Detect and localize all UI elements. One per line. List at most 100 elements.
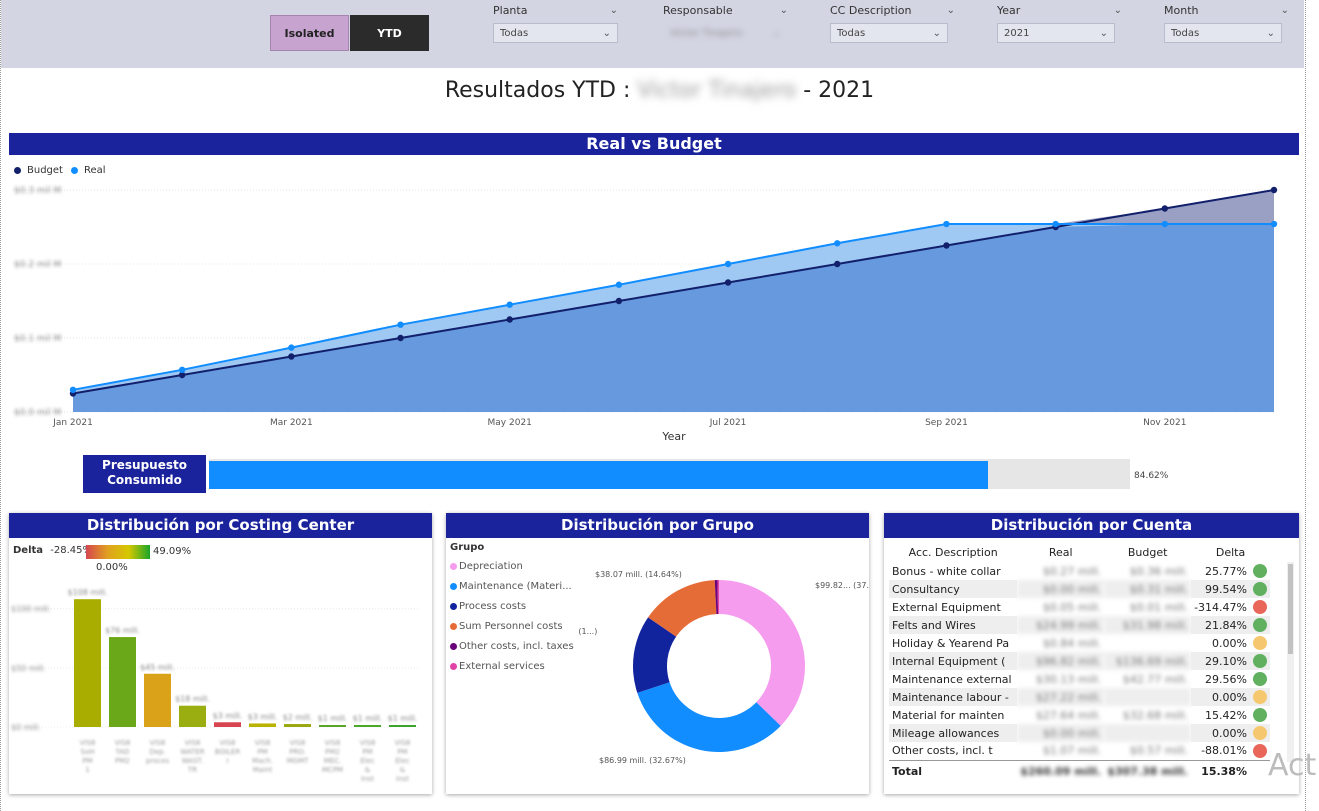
cell-status <box>1250 616 1270 634</box>
x-axis-title: Year <box>661 430 686 443</box>
grupo-legend-item[interactable]: Maintenance (Materi... <box>450 576 574 596</box>
chevron-down-icon[interactable]: ⌄ <box>610 5 618 16</box>
cell-delta: 99.54% <box>1191 580 1250 598</box>
chevron-down-icon[interactable]: ⌄ <box>780 5 788 16</box>
cell-real: $27.64 mill. <box>1035 708 1102 722</box>
cuenta-table: Acc. Description Real Budget Delta Bonus… <box>889 542 1270 782</box>
chevron-down-icon[interactable]: ⌄ <box>1114 5 1122 16</box>
table-row[interactable]: Maintenance external $30.13 mill. $42.77 m… <box>889 670 1270 688</box>
slicer-year[interactable]: Year ⌄ 2021 ⌄ <box>997 2 1122 43</box>
slicer-month[interactable]: Month ⌄ Todas ⌄ <box>1164 2 1289 43</box>
ytd-toggle-button[interactable]: YTD <box>350 15 429 51</box>
category-label: VIS8 <box>360 739 376 747</box>
status-indicator-icon <box>1253 582 1267 596</box>
status-indicator-icon <box>1253 636 1267 650</box>
chevron-down-icon[interactable]: ⌄ <box>947 5 955 16</box>
cell-real: $0.00 mill. <box>1017 724 1105 742</box>
bar-value-label: $2 mill. <box>283 713 313 722</box>
y-tick-label: $0.3 mil M <box>14 186 61 196</box>
y-tick-label: $0.2 mil M <box>14 260 61 270</box>
cell-real: $24.99 mill. <box>1017 616 1105 634</box>
slicer-dropdown[interactable]: 2021 ⌄ <box>997 23 1115 43</box>
budget-point <box>506 316 513 323</box>
y-tick-label: $50 mill. <box>11 664 46 673</box>
grupo-legend-item[interactable]: External services <box>450 656 574 676</box>
table-row[interactable]: Other costs, incl. t $1.07 mill. $0.57 mil… <box>889 742 1270 760</box>
cell-real: $0.00 mill. <box>1017 580 1105 598</box>
category-label: Elec <box>360 757 375 765</box>
table-row[interactable]: Material for mainten $27.64 mill. $32.68 m… <box>889 706 1270 724</box>
cell-budget <box>1104 634 1191 652</box>
budget-consumed-bar <box>209 459 1130 489</box>
table-row[interactable]: Mileage allowances $0.00 mill. 0.00% <box>889 724 1270 742</box>
grupo-legend-title: Grupo <box>450 542 485 553</box>
isolated-toggle-button[interactable]: Isolated <box>270 15 349 51</box>
slicer-planta[interactable]: Planta ⌄ Todas ⌄ <box>493 2 618 43</box>
slicer-label: Year <box>997 3 1021 17</box>
grupo-legend-item[interactable]: Other costs, incl. taxes <box>450 636 574 656</box>
table-row[interactable]: External Equipment $0.05 mill. $0.01 mill.… <box>889 598 1270 616</box>
cell-description: Holiday & Yearend Pa <box>892 636 1010 650</box>
bar <box>389 725 416 727</box>
chevron-down-icon[interactable]: ⌄ <box>1281 5 1289 16</box>
budget-consumed-fill <box>209 461 989 489</box>
bar <box>74 599 101 727</box>
gauge-label-line1: Presupuesto <box>102 458 187 472</box>
budget-point <box>615 297 623 305</box>
slice-label: $3... (1...) <box>575 627 597 636</box>
cell-delta: 21.84% <box>1191 616 1250 634</box>
y-tick-label: $0 mill. <box>11 723 41 732</box>
slicer-dropdown[interactable]: Victor Tinajero ⌄ <box>663 23 788 43</box>
col-header-description[interactable]: Acc. Description <box>889 542 1017 562</box>
legend-dot <box>450 662 457 670</box>
category-label: VIS8 <box>185 739 201 747</box>
table-row[interactable]: Consultancy $0.00 mill. $0.31 mill. 99.54% <box>889 580 1270 598</box>
table-row[interactable]: Bonus - white collar $0.27 mill. $0.36 mil… <box>889 562 1270 580</box>
scrollbar-thumb[interactable] <box>1288 564 1293 654</box>
slicer-cc-description[interactable]: CC Description ⌄ Todas ⌄ <box>830 2 955 43</box>
table-row[interactable]: Internal Equipment ($96.82 mill. $136.69 … <box>889 652 1270 670</box>
slicer-dropdown[interactable]: Todas ⌄ <box>1164 23 1282 43</box>
bar <box>319 725 346 727</box>
total-budget: $307.38 mill. <box>1104 759 1192 782</box>
grupo-banner: Distribución por Grupo <box>446 513 869 538</box>
col-header-budget[interactable]: Budget <box>1104 542 1191 562</box>
donut-slice <box>719 580 805 726</box>
table-row[interactable]: Maintenance labour - $27.22 mill. 0.00% <box>889 688 1270 706</box>
slice-label: $38.07 mill. (14.64%) <box>595 570 682 579</box>
table-row[interactable]: Felts and Wires $24.99 mill. $31.98 mill. 2… <box>889 616 1270 634</box>
x-tick-label: Jan 2021 <box>52 418 93 428</box>
status-indicator-icon <box>1253 600 1267 614</box>
category-label: WATER <box>180 748 204 756</box>
cell-delta: 0.00% <box>1191 724 1250 742</box>
grupo-legend-item[interactable]: Depreciation <box>450 556 574 576</box>
table-row[interactable]: Holiday & Yearend Pa $0.84 mill. 0.00% <box>889 634 1270 652</box>
slicer-responsable[interactable]: Responsable ⌄ Victor Tinajero ⌄ <box>663 2 788 43</box>
x-tick-label: May 2021 <box>488 418 532 428</box>
col-header-real[interactable]: Real <box>1017 542 1104 562</box>
grupo-legend-item[interactable]: Sum Personnel costs <box>450 616 574 636</box>
delta-gradient <box>86 545 150 559</box>
total-label: Total <box>889 759 1018 782</box>
slicer-label: Responsable <box>663 3 733 17</box>
cell-status <box>1250 670 1270 688</box>
slicer-dropdown[interactable]: Todas ⌄ <box>830 23 948 43</box>
grupo-legend-item[interactable]: Process costs <box>450 596 574 616</box>
bar-value-label: $3 mill. <box>248 712 278 721</box>
legend-label: Process costs <box>459 600 527 612</box>
table-header-row: Acc. Description Real Budget Delta <box>889 542 1270 562</box>
legend-dot <box>450 622 457 630</box>
col-header-delta[interactable]: Delta <box>1191 542 1270 562</box>
legend-label: Sum Personnel costs <box>459 620 563 632</box>
category-label: PM <box>82 757 92 765</box>
category-label: PM <box>397 748 407 756</box>
slicer-dropdown[interactable]: Todas ⌄ <box>493 23 618 43</box>
table-scrollbar[interactable] <box>1287 562 1294 762</box>
bar-value-label: $76 mill. <box>105 626 140 635</box>
real-vs-budget-banner: Real vs Budget <box>9 133 1299 155</box>
title-suffix: - 2021 <box>803 78 875 103</box>
category-label: Inst <box>361 775 374 783</box>
delta-legend: Delta -28.45% <box>13 545 92 556</box>
cell-real: $0.05 mill. <box>1042 600 1102 614</box>
cuenta-banner: Distribución por Cuenta <box>884 513 1299 538</box>
